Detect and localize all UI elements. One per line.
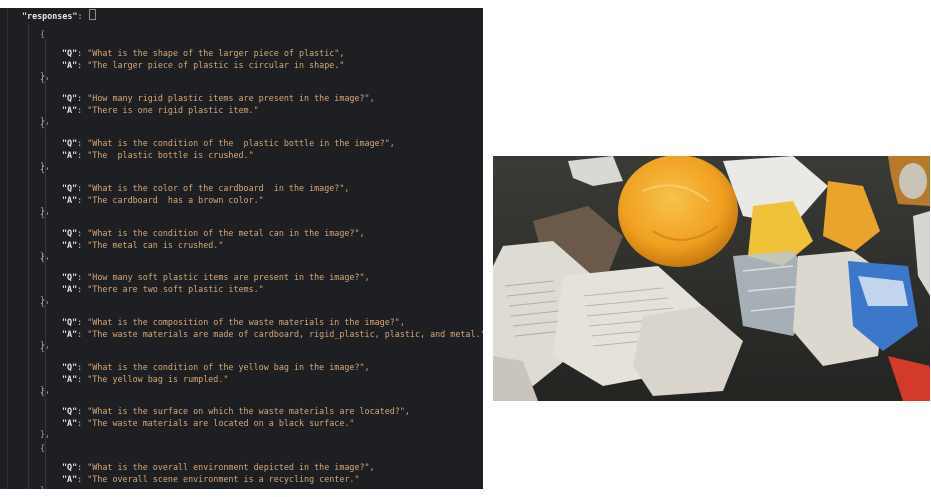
- question-line: "Q": "What is the shape of the larger pi…: [62, 48, 345, 59]
- a-key: "A": [62, 149, 78, 160]
- q-key: "Q": [62, 362, 78, 373]
- answer-text: "There is one rigid plastic item.": [87, 104, 259, 115]
- question-text: "What is the condition of the yellow bag…: [87, 362, 370, 373]
- question-text: "How many soft plastic items are present…: [87, 272, 370, 283]
- question-text: "What is the overall environment depicte…: [87, 462, 375, 473]
- answer-text: "The cardboard has a brown color.": [87, 194, 264, 205]
- object-open-brace: {: [40, 29, 46, 39]
- answer-text: "The yellow bag is rumpled.": [87, 373, 229, 384]
- question-text: "What is the composition of the waste ma…: [87, 317, 405, 328]
- question-line: "Q": "What is the condition of the yello…: [62, 362, 370, 373]
- a-key: "A": [62, 239, 78, 250]
- object-open-brace: {: [40, 74, 46, 84]
- code-content: "responses": { "Q": "What is the shape of…: [0, 0, 483, 497]
- q-key: "Q": [62, 183, 78, 194]
- code-editor: "responses": { "Q": "What is the shape of…: [0, 0, 483, 497]
- answer-text: "The plastic bottle is crushed.": [87, 149, 254, 160]
- question-line: "Q": "What is the color of the cardboard…: [62, 183, 350, 194]
- object-close-brace: },: [40, 428, 51, 439]
- q-key: "Q": [62, 462, 78, 473]
- a-key: "A": [62, 417, 78, 428]
- q-key: "Q": [62, 48, 78, 59]
- a-key: "A": [62, 373, 78, 384]
- question-text: "How many rigid plastic items are presen…: [87, 93, 375, 104]
- answer-line: "A": "The overall scene environment is a…: [62, 473, 360, 484]
- object-open-brace: {: [40, 164, 46, 174]
- answer-text: "The overall scene environment is a recy…: [87, 473, 360, 484]
- a-key: "A": [62, 104, 78, 115]
- question-line: "Q": "What is the condition of the plast…: [62, 138, 395, 149]
- q-key: "Q": [62, 228, 78, 239]
- answer-line: "A": "The waste materials are made of ca…: [62, 329, 483, 340]
- question-line: "Q": "How many rigid plastic items are p…: [62, 93, 375, 104]
- answer-line: "A": "The larger piece of plastic is cir…: [62, 59, 345, 70]
- object-open-brace: {: [40, 343, 46, 353]
- a-key: "A": [62, 283, 78, 294]
- responses-line: "responses":: [22, 9, 96, 21]
- object-open-brace: {: [40, 298, 46, 308]
- q-key: "Q": [62, 93, 78, 104]
- responses-key: "responses": [22, 11, 78, 21]
- waste-photo: [493, 156, 930, 401]
- answer-text: "The larger piece of plastic is circular…: [87, 59, 345, 70]
- object-open-brace: {: [40, 443, 46, 453]
- question-text: "What is the surface on which the waste …: [87, 406, 410, 417]
- answer-line: "A": "There are two soft plastic items.": [62, 283, 264, 294]
- q-key: "Q": [62, 406, 78, 417]
- yellow-bag: [618, 156, 738, 267]
- question-line: "Q": "What is the composition of the was…: [62, 317, 405, 328]
- q-key: "Q": [62, 272, 78, 283]
- answer-line: "A": "The metal can is crushed.": [62, 239, 224, 250]
- question-text: "What is the shape of the larger piece o…: [87, 48, 345, 59]
- question-text: "What is the color of the cardboard in t…: [87, 183, 350, 194]
- answer-text: "There are two soft plastic items.": [87, 283, 264, 294]
- a-key: "A": [62, 59, 78, 70]
- q-key: "Q": [62, 317, 78, 328]
- question-text: "What is the condition of the metal can …: [87, 228, 365, 239]
- fold-marker[interactable]: [88, 9, 96, 20]
- question-line: "Q": "How many soft plastic items are pr…: [62, 272, 370, 283]
- object-open-brace: {: [40, 253, 46, 263]
- question-text: "What is the condition of the plastic bo…: [87, 138, 395, 149]
- answer-line: "A": "The yellow bag is rumpled.": [62, 373, 229, 384]
- answer-line: "A": "The cardboard has a brown color.": [62, 194, 264, 205]
- question-line: "Q": "What is the overall environment de…: [62, 462, 375, 473]
- answer-line: "A": "The waste materials are located on…: [62, 417, 355, 428]
- a-key: "A": [62, 328, 78, 339]
- question-line: "Q": "What is the condition of the metal…: [62, 228, 365, 239]
- answer-text: "The metal can is crushed.": [87, 239, 224, 250]
- answer-text: "The waste materials are made of cardboa…: [87, 328, 483, 339]
- waste-photo-illustration: [493, 156, 930, 401]
- question-line: "Q": "What is the surface on which the w…: [62, 406, 410, 417]
- object-open-brace: {: [40, 387, 46, 397]
- q-key: "Q": [62, 138, 78, 149]
- answer-text: "The waste materials are located on a bl…: [87, 417, 355, 428]
- a-key: "A": [62, 473, 78, 484]
- answer-line: "A": "The plastic bottle is crushed.": [62, 149, 254, 160]
- object-open-brace: {: [40, 119, 46, 129]
- answer-line: "A": "There is one rigid plastic item.": [62, 104, 259, 115]
- a-key: "A": [62, 194, 78, 205]
- object-open-brace: {: [40, 209, 46, 219]
